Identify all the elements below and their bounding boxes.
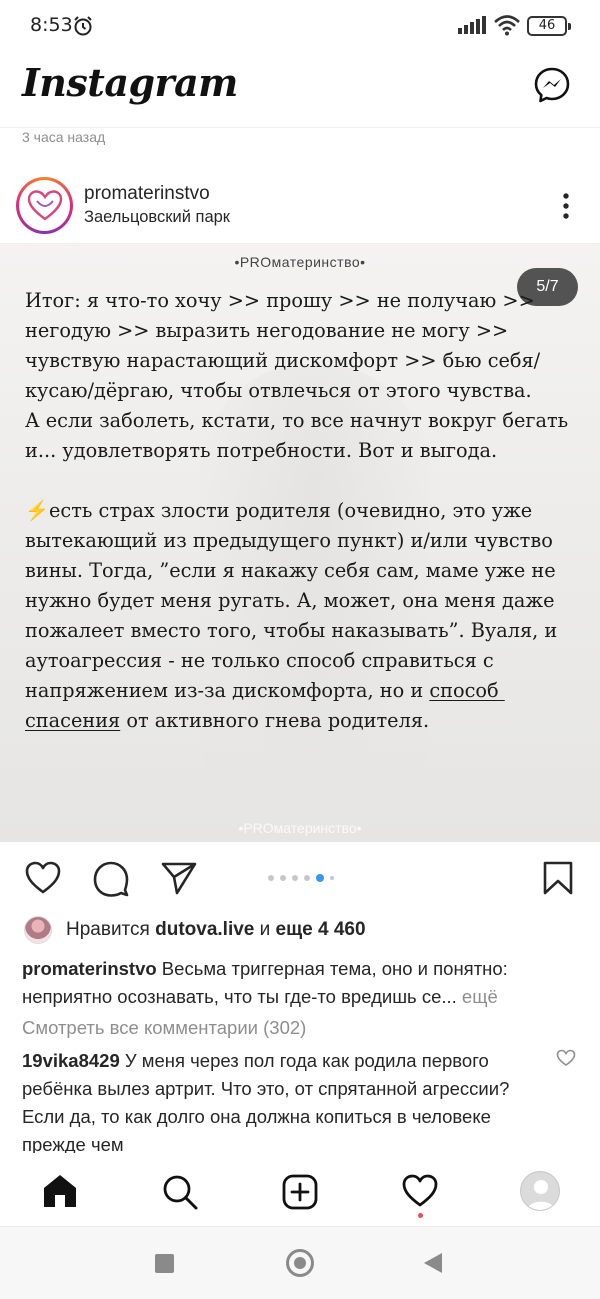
caption-more-link[interactable]: ещё bbox=[457, 986, 498, 1007]
image-brand-bottom: •PROматеринство• bbox=[238, 820, 362, 836]
recent-apps-icon[interactable] bbox=[155, 1254, 174, 1273]
comment-username[interactable]: 19vika8429 bbox=[22, 1050, 120, 1071]
post-actions bbox=[0, 852, 600, 904]
default-profile-icon bbox=[527, 1180, 555, 1210]
system-nav-bar bbox=[0, 1227, 600, 1299]
app-header: Instagram bbox=[0, 52, 600, 128]
like-heart-icon[interactable] bbox=[24, 860, 62, 896]
signal-icon bbox=[458, 16, 486, 34]
post-author-avatar[interactable] bbox=[16, 177, 73, 234]
comment-bubble-icon[interactable] bbox=[92, 860, 130, 898]
carousel-dot bbox=[280, 875, 286, 881]
view-all-comments-link[interactable]: Смотреть все комментарии (302) bbox=[22, 1017, 306, 1039]
post-header: promaterinstvo Заельцовский парк bbox=[0, 168, 600, 244]
likes-row[interactable]: Нравится dutova.live и еще 4 460 bbox=[24, 915, 584, 945]
post-location[interactable]: Заельцовский парк bbox=[84, 208, 230, 227]
profile-avatar[interactable] bbox=[520, 1171, 560, 1211]
avatar-logo bbox=[19, 180, 70, 231]
back-icon[interactable] bbox=[424, 1253, 442, 1273]
lightning-icon: ⚡ bbox=[25, 499, 50, 522]
carousel-dot bbox=[292, 875, 298, 881]
likes-prefix: Нравится bbox=[66, 919, 156, 940]
home-icon[interactable] bbox=[41, 1173, 79, 1209]
post-caption: promaterinstvo Весьма триггерная тема, о… bbox=[22, 955, 582, 1011]
alarm-icon bbox=[74, 16, 92, 36]
bottom-nav bbox=[0, 1153, 600, 1227]
carousel-dot bbox=[330, 876, 334, 880]
new-post-icon[interactable] bbox=[281, 1173, 319, 1211]
likes-text[interactable]: Нравится dutova.live и еще 4 460 bbox=[66, 919, 366, 941]
liker-username[interactable]: dutova.live bbox=[155, 919, 254, 940]
more-options-icon[interactable] bbox=[556, 192, 576, 220]
carousel-indicator bbox=[268, 874, 334, 882]
save-bookmark-icon[interactable] bbox=[542, 860, 574, 896]
comment-like-heart-icon[interactable] bbox=[556, 1049, 576, 1067]
image-text-part1: Итог: я что-то хочу >> прошу >> не получ… bbox=[25, 289, 569, 462]
activity-heart-icon[interactable] bbox=[401, 1173, 439, 1209]
likes-others[interactable]: еще 4 460 bbox=[276, 919, 366, 940]
image-text-part2: есть страх злости родителя (очевидно, эт… bbox=[25, 499, 564, 702]
activity-notification-dot bbox=[418, 1213, 423, 1218]
instagram-logo[interactable]: Instagram bbox=[22, 60, 238, 105]
post-time-ago: 3 часа назад bbox=[22, 129, 106, 145]
likes-middle: и bbox=[254, 919, 276, 940]
status-time: 8:53 bbox=[30, 14, 73, 36]
home-button-icon[interactable] bbox=[286, 1249, 314, 1277]
wifi-icon bbox=[494, 15, 520, 36]
share-send-icon[interactable] bbox=[160, 860, 198, 896]
caption-username[interactable]: promaterinstvo bbox=[22, 958, 157, 979]
carousel-dot bbox=[304, 875, 310, 881]
carousel-dot bbox=[268, 875, 274, 881]
status-bar: 8:53 46 bbox=[0, 0, 600, 52]
messenger-icon[interactable] bbox=[532, 65, 572, 105]
image-text: Итог: я что-то хочу >> прошу >> не получ… bbox=[25, 286, 585, 736]
post-username[interactable]: promaterinstvo bbox=[84, 183, 210, 205]
comment-preview: 19vika8429 У меня через пол года как род… bbox=[22, 1047, 552, 1153]
liker-avatar bbox=[24, 916, 52, 944]
post-image[interactable]: •PROматеринство• 5/7 Итог: я что-то хочу… bbox=[0, 244, 600, 842]
image-brand-top: •PROматеринство• bbox=[234, 254, 366, 270]
battery-indicator: 46 bbox=[527, 16, 571, 36]
search-icon[interactable] bbox=[161, 1173, 199, 1211]
carousel-dot-active bbox=[316, 874, 324, 882]
heart-logo-icon bbox=[27, 189, 62, 220]
image-text-part3: от активного гнева родителя. bbox=[120, 709, 430, 732]
